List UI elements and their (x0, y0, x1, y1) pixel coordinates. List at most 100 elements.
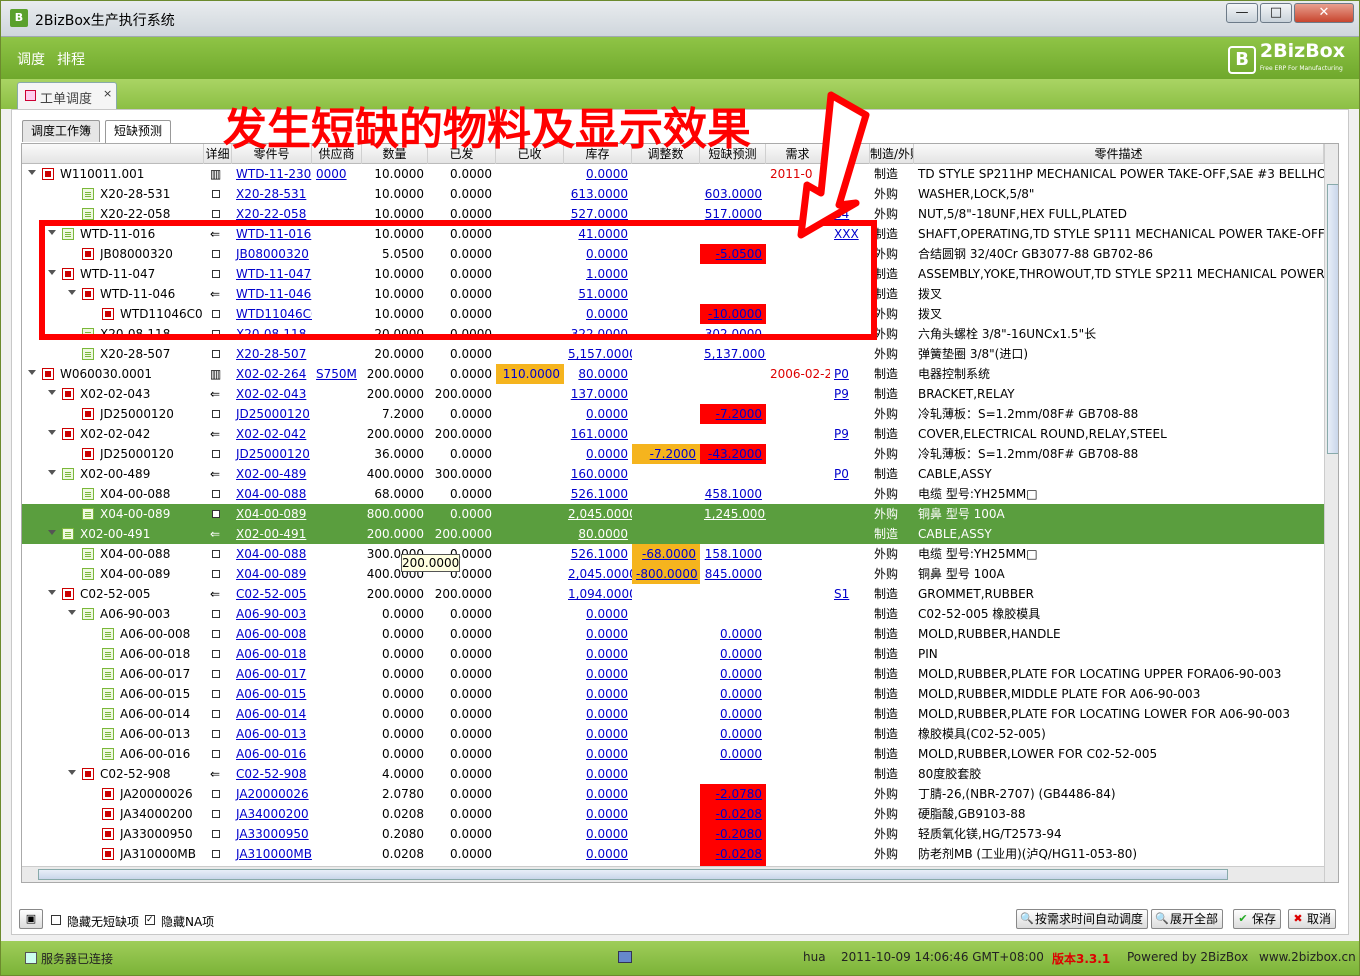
cell-short[interactable]: 458.1000 (700, 484, 766, 504)
cell-lnk[interactable]: P9 (830, 424, 870, 444)
table-row[interactable]: X04-00-089 X04-00-089 800.0000 0.0000 2,045.… (22, 504, 1324, 524)
expand-toggle-icon[interactable] (48, 530, 56, 535)
detail-checkbox[interactable] (212, 490, 220, 498)
expand-toggle-icon[interactable] (28, 170, 36, 175)
table-row[interactable]: X02-02-043 ⇐ X02-02-043 200.0000 200.0000 137… (22, 384, 1324, 404)
detail-checkbox[interactable] (212, 650, 220, 658)
expand-toggle-icon[interactable] (48, 470, 56, 475)
cell-part[interactable]: X04-00-088 (232, 484, 312, 504)
cell-short[interactable]: -0.0208 (700, 804, 766, 824)
cell-stock[interactable]: 613.0000 (564, 184, 632, 204)
table-row[interactable]: A06-00-017 A06-00-017 0.0000 0.0000 0.0000 0.… (22, 664, 1324, 684)
tree-node-label[interactable]: W060030.0001 (60, 364, 204, 384)
cell-lnk[interactable]: P9 (830, 384, 870, 404)
cell-lnk[interactable]: S1 (830, 584, 870, 604)
horizontal-scrollbar[interactable] (22, 866, 1324, 882)
detail-checkbox[interactable] (212, 570, 220, 578)
minimize-button[interactable]: — (1226, 3, 1258, 23)
cell-adj[interactable]: -7.2000 (632, 444, 700, 464)
cell-part[interactable]: JA310000MB (232, 844, 312, 864)
tree-node-label[interactable]: X04-00-089 (100, 564, 204, 584)
cell-short[interactable]: 5,137.0000 (700, 344, 766, 364)
cell-stock[interactable]: 0.0000 (564, 844, 632, 864)
cell-stock[interactable]: 0.0000 (564, 404, 632, 424)
tab-close-icon[interactable]: × (103, 87, 112, 100)
tree-node-label[interactable]: A06-00-014 (120, 704, 204, 724)
arrow-left-icon[interactable]: ⇐ (210, 384, 224, 404)
save-button[interactable]: ✔ 保存 (1233, 909, 1282, 929)
cell-stock[interactable]: 1,094.0000 (564, 584, 632, 604)
table-row[interactable]: JD25000120 JD25000120 7.2000 0.0000 0.0000 -7… (22, 404, 1324, 424)
table-row[interactable]: JA20000026 JA20000026 2.0780 0.0000 0.0000 -2… (22, 784, 1324, 804)
cell-stock[interactable]: 0.0000 (564, 644, 632, 664)
tree-node-label[interactable]: W110011.001 (60, 164, 204, 184)
tree-node-label[interactable]: X02-00-489 (80, 464, 204, 484)
tree-node-label[interactable]: A06-90-003 (100, 604, 204, 624)
tree-node-label[interactable]: X04-00-089 (100, 504, 204, 524)
expand-toggle-icon[interactable] (48, 430, 56, 435)
detail-checkbox[interactable] (212, 690, 220, 698)
arrow-left-icon[interactable]: ⇐ (210, 464, 224, 484)
tree-node-label[interactable]: A06-00-017 (120, 664, 204, 684)
table-row[interactable]: A06-00-013 A06-00-013 0.0000 0.0000 0.0000 0.… (22, 724, 1324, 744)
cell-part[interactable]: WTD-11-230 (232, 164, 312, 184)
table-row[interactable]: C02-52-005 ⇐ C02-52-005 200.0000 200.0000 1,0… (22, 584, 1324, 604)
table-row[interactable]: W060030.0001 ▥ X02-02-264 S750M 200.0000 0.00… (22, 364, 1324, 384)
cell-part[interactable]: X04-00-089 (232, 564, 312, 584)
table-row[interactable]: X04-00-088 X04-00-088 300.0000 0.0000 526.10… (22, 544, 1324, 564)
cell-stock[interactable]: 0.0000 (564, 604, 632, 624)
menu-schedule[interactable]: 调度 (17, 49, 45, 69)
detail-checkbox[interactable] (212, 210, 220, 218)
tree-node-label[interactable]: C02-52-005 (80, 584, 204, 604)
cell-short[interactable]: 0.0000 (700, 664, 766, 684)
cell-short[interactable]: 0.0000 (700, 724, 766, 744)
detail-checkbox[interactable] (212, 450, 220, 458)
tree-node-label[interactable]: C02-52-908 (100, 764, 204, 784)
title-bar[interactable]: B 2BizBox生产执行系统 — □ ✕ (1, 1, 1359, 37)
cell-part[interactable]: X02-02-043 (232, 384, 312, 404)
cell-part[interactable]: JD25000120 (232, 404, 312, 424)
cell-part[interactable]: A06-00-018 (232, 644, 312, 664)
table-row[interactable]: JA33000950 JA33000950 0.2080 0.0000 0.0000 -0… (22, 824, 1324, 844)
cell-part[interactable]: X02-02-042 (232, 424, 312, 444)
table-row[interactable]: X04-00-088 X04-00-088 68.0000 0.0000 526.100… (22, 484, 1324, 504)
tree-node-label[interactable]: X20-28-531 (100, 184, 204, 204)
cell-stock[interactable]: 526.1000 (564, 484, 632, 504)
close-button[interactable]: ✕ (1294, 3, 1354, 23)
print-button[interactable]: ▣ (19, 909, 43, 929)
cell-part[interactable]: C02-52-908 (232, 764, 312, 784)
table-row[interactable]: A06-00-014 A06-00-014 0.0000 0.0000 0.0000 0.… (22, 704, 1324, 724)
detail-checkbox[interactable] (212, 730, 220, 738)
cell-stock[interactable]: 0.0000 (564, 684, 632, 704)
table-row[interactable]: X20-28-531 X20-28-531 10.0000 0.0000 613.000… (22, 184, 1324, 204)
cell-stock[interactable]: 0.0000 (564, 824, 632, 844)
tab-schedule-workbook[interactable]: 调度工作簿 (22, 120, 101, 142)
expand-toggle-icon[interactable] (68, 610, 76, 615)
detail-checkbox[interactable] (212, 750, 220, 758)
tab-work-order-schedule[interactable]: 工单调度 × (17, 82, 117, 109)
detail-checkbox[interactable] (212, 790, 220, 798)
table-row[interactable]: A06-00-016 A06-00-016 0.0000 0.0000 0.0000 0.… (22, 744, 1324, 764)
tree-node-label[interactable]: X04-00-088 (100, 484, 204, 504)
hide-na-checkbox[interactable]: ✓ (145, 915, 155, 925)
cell-stock[interactable]: 161.0000 (564, 424, 632, 444)
tree-node-label[interactable]: A06-00-015 (120, 684, 204, 704)
cell-part[interactable]: C02-52-005 (232, 584, 312, 604)
menu-planning[interactable]: 排程 (57, 49, 85, 69)
expand-toggle-icon[interactable] (48, 390, 56, 395)
tree-node-label[interactable]: JA33000950 (120, 824, 204, 844)
calendar-icon[interactable]: ▥ (210, 164, 224, 184)
table-row[interactable]: JA310000MB JA310000MB 0.0208 0.0000 0.0000 -0… (22, 844, 1324, 864)
detail-checkbox[interactable] (212, 350, 220, 358)
detail-checkbox[interactable] (212, 610, 220, 618)
table-row[interactable]: X02-00-491 ⇐ X02-00-491 200.0000 200.0000 80.… (22, 524, 1324, 544)
tree-node-label[interactable]: X02-02-042 (80, 424, 204, 444)
detail-checkbox[interactable] (212, 810, 220, 818)
cell-stock[interactable]: 0.0000 (564, 744, 632, 764)
cell-stock[interactable]: 0.0000 (564, 164, 632, 184)
tree-node-label[interactable]: A06-00-016 (120, 744, 204, 764)
detail-checkbox[interactable] (212, 710, 220, 718)
cell-part[interactable]: JD25000120 (232, 444, 312, 464)
cell-sup[interactable]: S750M (312, 364, 362, 384)
detail-checkbox[interactable] (212, 550, 220, 558)
